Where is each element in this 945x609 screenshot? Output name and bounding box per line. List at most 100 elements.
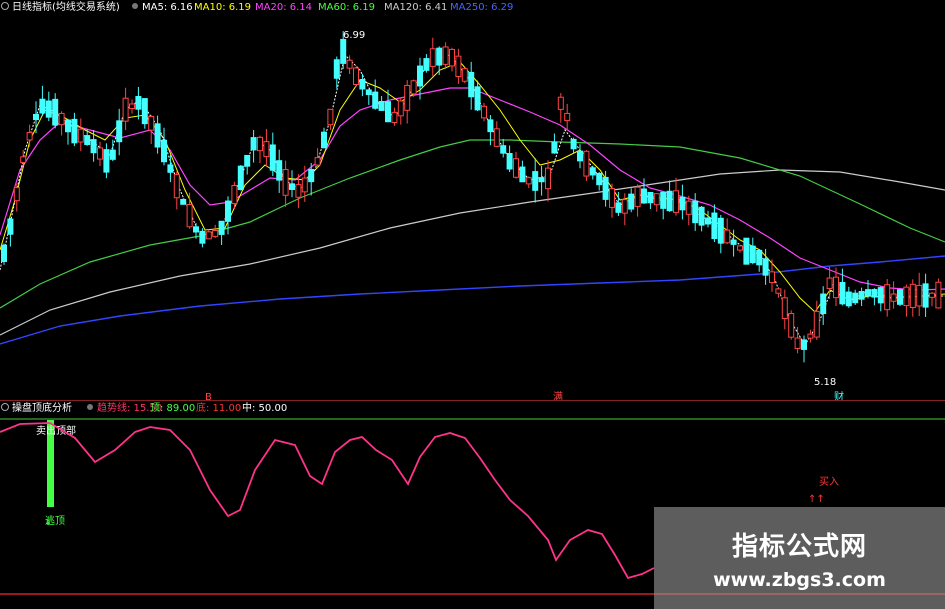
candle-body [417, 65, 423, 87]
candle-body [845, 291, 852, 307]
candle-body [519, 166, 526, 183]
candle-body [218, 220, 225, 235]
legend-top: 顶: 89.00 [150, 402, 195, 414]
candle-body [84, 135, 91, 146]
candle-body [564, 112, 571, 122]
candle-body [615, 202, 622, 213]
candle-body [679, 196, 686, 211]
candle-body [820, 293, 827, 315]
watermark-title: 指标公式网 [731, 531, 867, 562]
candle-body [557, 96, 564, 110]
candle-body [897, 289, 903, 305]
candle-body [551, 141, 558, 154]
candle-body [212, 229, 219, 237]
candle-body [577, 150, 583, 162]
candle-body [929, 292, 935, 298]
candle-body [737, 245, 743, 251]
candle-body [391, 111, 398, 124]
candle-body [685, 200, 692, 215]
candle-body [385, 101, 391, 123]
candle-body [314, 157, 321, 166]
candle-body [359, 78, 366, 90]
candle-body [77, 128, 84, 143]
candle-body [372, 91, 379, 109]
candle-body [468, 71, 475, 98]
candle-body [45, 100, 52, 118]
candle-body [263, 141, 270, 158]
candle-body [58, 112, 65, 126]
candle-body [340, 38, 347, 64]
candle-body [103, 149, 110, 173]
candle-body [353, 67, 359, 86]
candle-body [909, 283, 916, 308]
legend-ma20: MA20: 6.14 [255, 2, 312, 13]
candle-body [244, 154, 251, 167]
sell-arrow-icon: ↓ [44, 517, 52, 528]
candle-body [148, 115, 155, 131]
candle-body [602, 176, 609, 200]
candle-body [308, 169, 315, 183]
candle-body [173, 174, 180, 199]
candle-body [39, 98, 46, 114]
candle-body [423, 58, 430, 71]
candle-body [545, 167, 551, 190]
candle-body [487, 119, 494, 133]
candle-body [813, 310, 820, 338]
candle-body [666, 190, 673, 212]
candle-body [167, 164, 174, 173]
candle-body [743, 237, 750, 265]
candle-body [205, 231, 212, 240]
candle-body [122, 97, 129, 122]
candle-body [916, 284, 923, 307]
candle-body [481, 105, 487, 119]
candle-body [180, 198, 187, 205]
candle-body [730, 239, 737, 245]
candle-body [596, 172, 603, 186]
candle-body [794, 337, 801, 350]
candle-body [826, 277, 833, 290]
candle-body [7, 218, 14, 235]
candle-body [129, 103, 135, 110]
candle-body [71, 118, 78, 144]
candle-body [257, 136, 263, 152]
candle-body [301, 177, 308, 193]
low-price-label: 5.18 [814, 377, 836, 388]
watermark: 指标公式网 www.zbgs3.com [654, 507, 945, 609]
candle-body [506, 153, 513, 170]
candle-body [717, 217, 724, 244]
bottom-indicator-name: 操盘顶底分析 [12, 401, 72, 414]
candle-body [589, 167, 596, 176]
candle-body [141, 98, 148, 125]
marker-mid: 满 [553, 391, 563, 403]
candle-body [269, 144, 276, 171]
candle-body [116, 120, 123, 143]
high-price-label: 6.99 [343, 30, 365, 41]
candle-body [609, 188, 615, 208]
candle-body [20, 156, 27, 164]
candle-body [884, 284, 891, 311]
candle-body [634, 186, 641, 207]
buy-arrows-icon: ↑↑ [808, 494, 825, 505]
candle-body [193, 226, 199, 233]
candle-body [410, 80, 417, 95]
candle-body [833, 276, 839, 299]
candle-body [231, 185, 238, 205]
legend-mid: 中: 50.00 [242, 401, 287, 414]
candle-body [154, 123, 161, 148]
candle-body [653, 193, 660, 206]
candle-body [327, 108, 334, 126]
candle-body [90, 139, 97, 154]
candle-body [397, 100, 404, 117]
candle-body [436, 47, 443, 66]
candle-body [532, 171, 539, 191]
candle-body [161, 139, 167, 163]
candle-body [135, 96, 142, 110]
buy-text: 买入 [819, 476, 839, 488]
candle-body [781, 297, 788, 319]
candle-body [871, 289, 878, 298]
watermark-url: www.zbgs3.com [713, 568, 886, 591]
candle-body [455, 55, 462, 78]
legend-ma10: MA10: 6.19 [194, 2, 251, 13]
candle-body [429, 48, 436, 67]
candle-body [199, 230, 206, 244]
